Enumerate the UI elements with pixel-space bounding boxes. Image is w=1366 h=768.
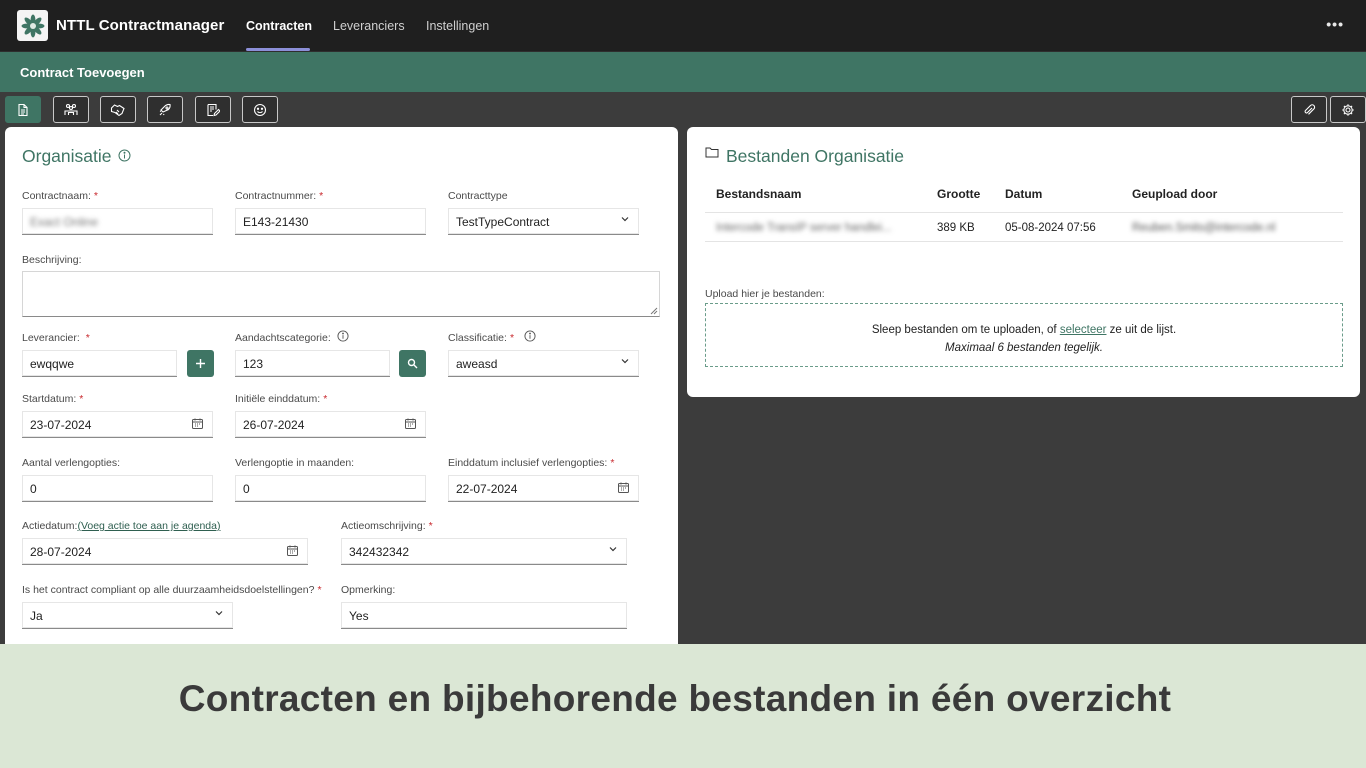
- nav-leveranciers[interactable]: Leveranciers: [333, 19, 405, 33]
- contractnummer-label: Contractnummer: *: [235, 190, 324, 202]
- classificatie-select[interactable]: aweasd: [448, 350, 639, 377]
- nav-contracten[interactable]: Contracten: [246, 19, 312, 33]
- upload-label: Upload hier je bestanden:: [705, 288, 825, 300]
- tab-handshake[interactable]: [100, 96, 136, 123]
- file-dropzone[interactable]: Sleep bestanden om te uploaden, of selec…: [705, 303, 1343, 367]
- contractnummer-input[interactable]: E143-21430: [235, 208, 426, 235]
- top-navigation-bar: NTTL Contractmanager Contracten Leveranc…: [0, 0, 1366, 52]
- page-title: Contract Toevoegen: [20, 65, 145, 80]
- select-files-link[interactable]: selecteer: [1060, 324, 1107, 336]
- col-datum[interactable]: Datum: [1005, 187, 1042, 201]
- calendar-icon[interactable]: [286, 544, 299, 557]
- calendar-icon[interactable]: [191, 417, 204, 430]
- bestanden-card: Bestanden Organisatie Bestandsnaam Groot…: [687, 127, 1360, 397]
- caption-text: Contracten en bijbehorende bestanden in …: [178, 678, 1172, 719]
- calendar-icon[interactable]: [404, 417, 417, 430]
- contractnaam-label: Contractnaam: *: [22, 190, 98, 202]
- paperclip-icon: [1304, 103, 1316, 115]
- file-size-cell: 389 KB: [937, 222, 975, 234]
- chevron-down-icon: [621, 359, 629, 364]
- file-uploader-cell: Reuben.Smits@intercode.nl: [1132, 222, 1276, 234]
- compliant-label: Is het contract compliant op alle duurza…: [22, 584, 322, 596]
- nav-instellingen[interactable]: Instellingen: [426, 19, 489, 33]
- app-title[interactable]: NTTL Contractmanager: [56, 17, 224, 34]
- initiele-einddatum-label: Initiële einddatum: *: [235, 393, 328, 405]
- caption-band: Contracten en bijbehorende bestanden in …: [0, 644, 1366, 768]
- page-header: Contract Toevoegen: [0, 52, 1366, 92]
- actiedatum-label: Actiedatum:(Voeg actie toe aan je agenda…: [22, 520, 221, 532]
- nav-active-indicator: [246, 48, 310, 51]
- folder-icon: [705, 147, 719, 158]
- classificatie-label: Classificatie: *: [448, 332, 515, 344]
- col-bestandsnaam[interactable]: Bestandsnaam: [716, 187, 801, 201]
- opmerking-label: Opmerking:: [341, 584, 396, 596]
- resize-grip-icon[interactable]: [650, 307, 658, 315]
- aandachtscategorie-input[interactable]: 123: [235, 350, 390, 377]
- actiedatum-input[interactable]: 28-07-2024: [22, 538, 308, 565]
- opmerking-input[interactable]: Yes: [341, 602, 627, 629]
- more-options-button[interactable]: •••: [1326, 16, 1344, 32]
- verlengoptie-maanden-input[interactable]: 0: [235, 475, 426, 502]
- plus-icon: [196, 359, 205, 368]
- info-icon[interactable]: [337, 330, 349, 342]
- file-date-cell: 05-08-2024 07:56: [1005, 222, 1096, 234]
- compliant-select[interactable]: Ja: [22, 602, 233, 629]
- organisatie-title: Organisatie: [22, 146, 112, 166]
- einddatum-inclusief-label: Einddatum inclusief verlengopties: *: [448, 457, 615, 469]
- file-name-cell[interactable]: Intercode TransIP server handlei...: [716, 222, 892, 234]
- chevron-down-icon: [621, 217, 629, 222]
- organisatie-card: Organisatie Contractnaam: * Exact Online …: [5, 127, 678, 657]
- settings-button[interactable]: [1330, 96, 1366, 123]
- col-grootte[interactable]: Grootte: [937, 187, 980, 201]
- aantal-verlengopties-label: Aantal verlengopties:: [22, 457, 121, 469]
- info-icon[interactable]: [524, 330, 536, 342]
- table-row-divider: [705, 241, 1343, 242]
- dropzone-hint: Maximaal 6 bestanden tegelijk.: [945, 342, 1103, 354]
- attachment-button[interactable]: [1291, 96, 1327, 123]
- verlengoptie-maanden-label: Verlengoptie in maanden:: [235, 457, 355, 469]
- beschrijving-label: Beschrijving:: [22, 254, 82, 266]
- gear-icon: [1342, 103, 1354, 116]
- actieomschrijving-select[interactable]: 342432342: [341, 538, 627, 565]
- table-header-divider: [705, 212, 1343, 213]
- contracttype-select[interactable]: TestTypeContract: [448, 208, 639, 235]
- einddatum-inclusief-input[interactable]: 22-07-2024: [448, 475, 639, 502]
- leverancier-label: Leverancier: *: [22, 332, 90, 344]
- chevron-down-icon: [609, 547, 617, 552]
- smiley-icon: [253, 103, 267, 116]
- info-icon[interactable]: [118, 149, 131, 162]
- tab-smiley[interactable]: [242, 96, 278, 123]
- aandachtscategorie-label: Aandachtscategorie:: [235, 332, 331, 344]
- add-leverancier-button[interactable]: [187, 350, 214, 377]
- tab-rocket[interactable]: [147, 96, 183, 123]
- document-icon: [18, 103, 28, 116]
- tab-notes[interactable]: [195, 96, 231, 123]
- leverancier-input[interactable]: ewqqwe: [22, 350, 177, 377]
- agenda-link[interactable]: (Voeg actie toe aan je agenda): [77, 520, 220, 532]
- tab-team[interactable]: [53, 96, 89, 123]
- search-aandachtscategorie-button[interactable]: [399, 350, 426, 377]
- startdatum-input[interactable]: 23-07-2024: [22, 411, 213, 438]
- beschrijving-textarea[interactable]: [22, 271, 660, 317]
- contracttype-label: Contracttype: [448, 190, 508, 202]
- tab-document[interactable]: [5, 96, 41, 123]
- bestanden-title: Bestanden Organisatie: [726, 146, 905, 166]
- aantal-verlengopties-input[interactable]: 0: [22, 475, 213, 502]
- team-icon: [64, 103, 78, 115]
- leaf-logo-icon[interactable]: [17, 10, 48, 41]
- rocket-icon: [159, 103, 171, 115]
- chevron-down-icon: [215, 611, 223, 616]
- contractnaam-input[interactable]: Exact Online: [22, 208, 213, 235]
- dropzone-instructions: Sleep bestanden om te uploaden, of selec…: [871, 324, 1177, 336]
- col-geupload-door[interactable]: Geupload door: [1132, 187, 1217, 201]
- edit-note-icon: [207, 103, 220, 116]
- search-icon: [407, 358, 418, 369]
- actieomschrijving-label: Actieomschrijving: *: [341, 520, 433, 532]
- calendar-icon[interactable]: [617, 481, 630, 494]
- initiele-einddatum-input[interactable]: 26-07-2024: [235, 411, 426, 438]
- startdatum-label: Startdatum: *: [22, 393, 84, 405]
- handshake-icon: [110, 103, 125, 116]
